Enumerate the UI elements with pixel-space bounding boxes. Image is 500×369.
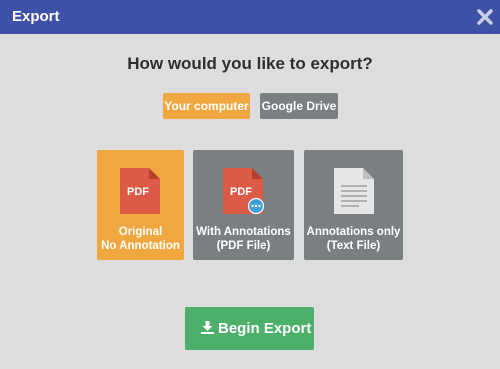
close-icon[interactable] (476, 8, 494, 26)
pdf-file-icon: PDF (120, 168, 160, 214)
pdf-icon-label: PDF (230, 186, 252, 198)
begin-export-button[interactable]: Begin Export (185, 307, 314, 350)
dialog-header: Export (0, 0, 500, 34)
download-icon (201, 321, 214, 334)
begin-export-label: Begin Export (218, 320, 312, 337)
dialog-title: Export (12, 8, 60, 25)
pdf-icon-label: PDF (127, 186, 149, 198)
option-original-label: Original No Annotation (97, 225, 184, 253)
option-annotations-only-line2: (Text File) (326, 240, 381, 252)
option-original-line2: No Annotation (101, 240, 180, 252)
option-with-annotations-line2: (PDF File) (216, 240, 271, 252)
option-original[interactable]: PDF Original No Annotation (97, 150, 184, 260)
export-dialog: Export How would you like to export? You… (0, 0, 500, 369)
option-annotations-only-label: Annotations only (Text File) (304, 225, 403, 253)
google-drive-button[interactable]: Google Drive (260, 93, 338, 119)
export-question: How would you like to export? (127, 54, 373, 73)
your-computer-button[interactable]: Your computer (163, 93, 250, 119)
option-with-annotations-line1: With Annotations (196, 226, 291, 238)
option-annotations-only-line1: Annotations only (306, 226, 401, 238)
text-file-icon (334, 168, 374, 214)
option-original-line1: Original (118, 226, 163, 238)
option-annotations-only[interactable]: Annotations only (Text File) (304, 150, 403, 260)
option-with-annotations[interactable]: PDF With Annotations (PDF File) (193, 150, 294, 260)
option-with-annotations-label: With Annotations (PDF File) (193, 225, 294, 253)
pdf-annotations-icon: PDF (223, 168, 265, 215)
